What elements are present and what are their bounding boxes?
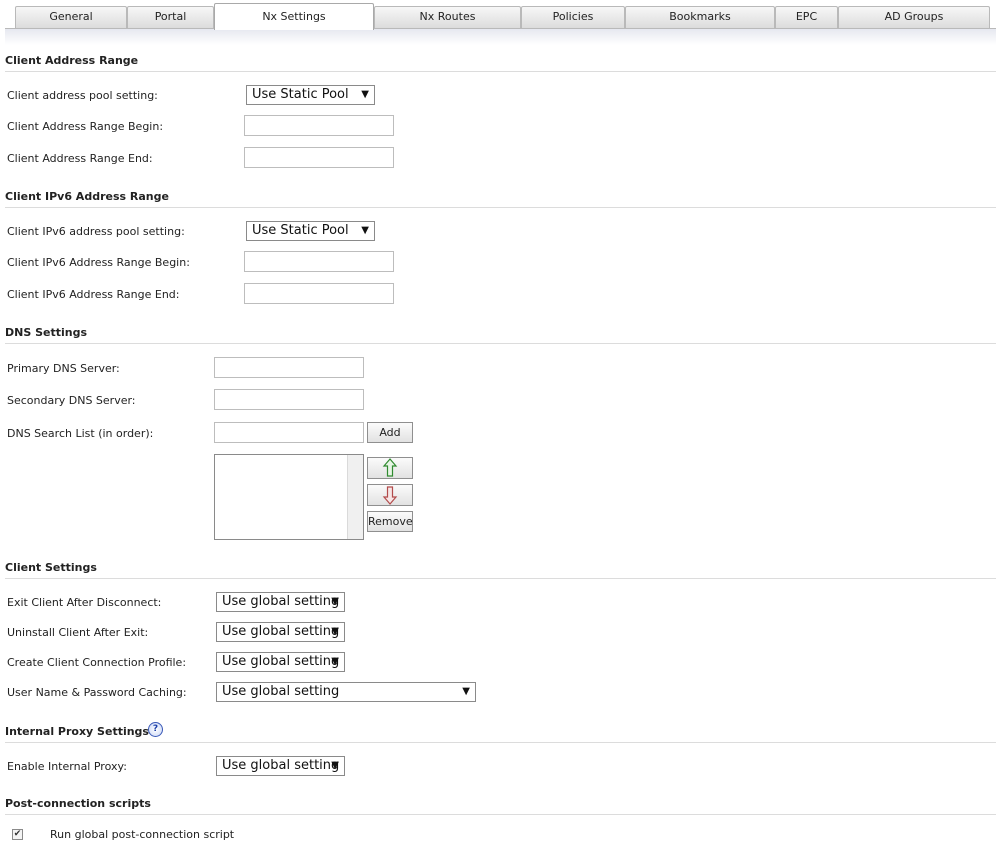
uninstall-client-label: Uninstall Client After Exit: (7, 626, 149, 639)
uninstall-client-select[interactable]: Use global setting ▼ (216, 622, 345, 642)
tab-bar: General Portal Nx Settings Nx Routes Pol… (0, 0, 996, 30)
client-address-pool-value: Use Static Pool (252, 87, 349, 102)
password-caching-select[interactable]: Use global setting ▼ (216, 682, 476, 702)
chevron-down-icon: ▼ (462, 686, 470, 697)
exit-client-select[interactable]: Use global setting ▼ (216, 592, 345, 612)
client-address-end-label: Client Address Range End: (7, 152, 153, 165)
tab-ad-groups[interactable]: AD Groups (838, 6, 990, 28)
password-caching-value: Use global setting (222, 684, 340, 699)
connection-profile-select[interactable]: Use global setting ▼ (216, 652, 345, 672)
secondary-dns-label: Secondary DNS Server: (7, 394, 136, 407)
remove-dns-button[interactable]: Remove (367, 511, 413, 532)
password-caching-label: User Name & Password Caching: (7, 686, 187, 699)
connection-profile-value: Use global setting (222, 654, 340, 669)
primary-dns-label: Primary DNS Server: (7, 362, 120, 375)
enable-proxy-value: Use global setting (222, 758, 340, 773)
tab-nx-routes[interactable]: Nx Routes (374, 6, 521, 28)
secondary-dns-input[interactable] (214, 389, 364, 410)
tab-policies[interactable]: Policies (521, 6, 625, 28)
section-title-client-address-range: Client Address Range (5, 54, 996, 72)
dns-search-listbox[interactable] (214, 454, 364, 540)
tab-portal[interactable]: Portal (127, 6, 214, 28)
chevron-down-icon: ▼ (331, 656, 339, 667)
listbox-scrollbar[interactable] (347, 455, 363, 539)
move-down-button[interactable] (367, 484, 413, 506)
connection-profile-label: Create Client Connection Profile: (7, 656, 187, 669)
section-title-dns-settings: DNS Settings (5, 326, 996, 344)
client-ipv6-pool-select[interactable]: Use Static Pool ▼ (246, 221, 375, 241)
section-title-client-settings: Client Settings (5, 561, 996, 579)
client-ipv6-begin-input[interactable] (244, 251, 394, 272)
primary-dns-input[interactable] (214, 357, 364, 378)
help-icon[interactable]: ? (148, 722, 163, 737)
section-title-client-ipv6-range: Client IPv6 Address Range (5, 190, 996, 208)
client-ipv6-pool-label: Client IPv6 address pool setting: (7, 225, 185, 238)
tab-nx-settings[interactable]: Nx Settings (214, 3, 374, 30)
run-script-label: Run global post-connection script (50, 828, 235, 841)
internal-proxy-title: Internal Proxy Settings (5, 725, 149, 738)
dns-search-input[interactable] (214, 422, 364, 443)
client-address-pool-label: Client address pool setting: (7, 89, 158, 102)
chevron-down-icon: ▼ (331, 760, 339, 771)
exit-client-value: Use global setting (222, 594, 340, 609)
section-title-post-connection: Post-connection scripts (5, 797, 996, 815)
client-address-pool-select[interactable]: Use Static Pool ▼ (246, 85, 375, 105)
client-ipv6-end-label: Client IPv6 Address Range End: (7, 288, 180, 301)
exit-client-label: Exit Client After Disconnect: (7, 596, 162, 609)
enable-proxy-label: Enable Internal Proxy: (7, 760, 127, 773)
client-ipv6-pool-value: Use Static Pool (252, 223, 349, 238)
chevron-down-icon: ▼ (361, 225, 369, 236)
move-up-button[interactable] (367, 457, 413, 479)
client-ipv6-end-input[interactable] (244, 283, 394, 304)
tab-bookmarks[interactable]: Bookmarks (625, 6, 775, 28)
run-script-checkbox[interactable]: ✔ (12, 829, 23, 840)
tab-general[interactable]: General (15, 6, 127, 28)
client-address-begin-input[interactable] (244, 115, 394, 136)
client-address-end-input[interactable] (244, 147, 394, 168)
add-dns-button[interactable]: Add (367, 422, 413, 443)
client-ipv6-begin-label: Client IPv6 Address Range Begin: (7, 256, 190, 269)
chevron-down-icon: ▼ (331, 596, 339, 607)
tab-content-shade (5, 29, 996, 45)
dns-search-list-label: DNS Search List (in order): (7, 427, 154, 440)
chevron-down-icon: ▼ (361, 89, 369, 100)
down-arrow-icon (382, 486, 398, 505)
tab-epc[interactable]: EPC (775, 6, 838, 28)
enable-proxy-select[interactable]: Use global setting ▼ (216, 756, 345, 776)
chevron-down-icon: ▼ (331, 626, 339, 637)
up-arrow-icon (382, 458, 398, 477)
client-address-begin-label: Client Address Range Begin: (7, 120, 164, 133)
uninstall-client-value: Use global setting (222, 624, 340, 639)
